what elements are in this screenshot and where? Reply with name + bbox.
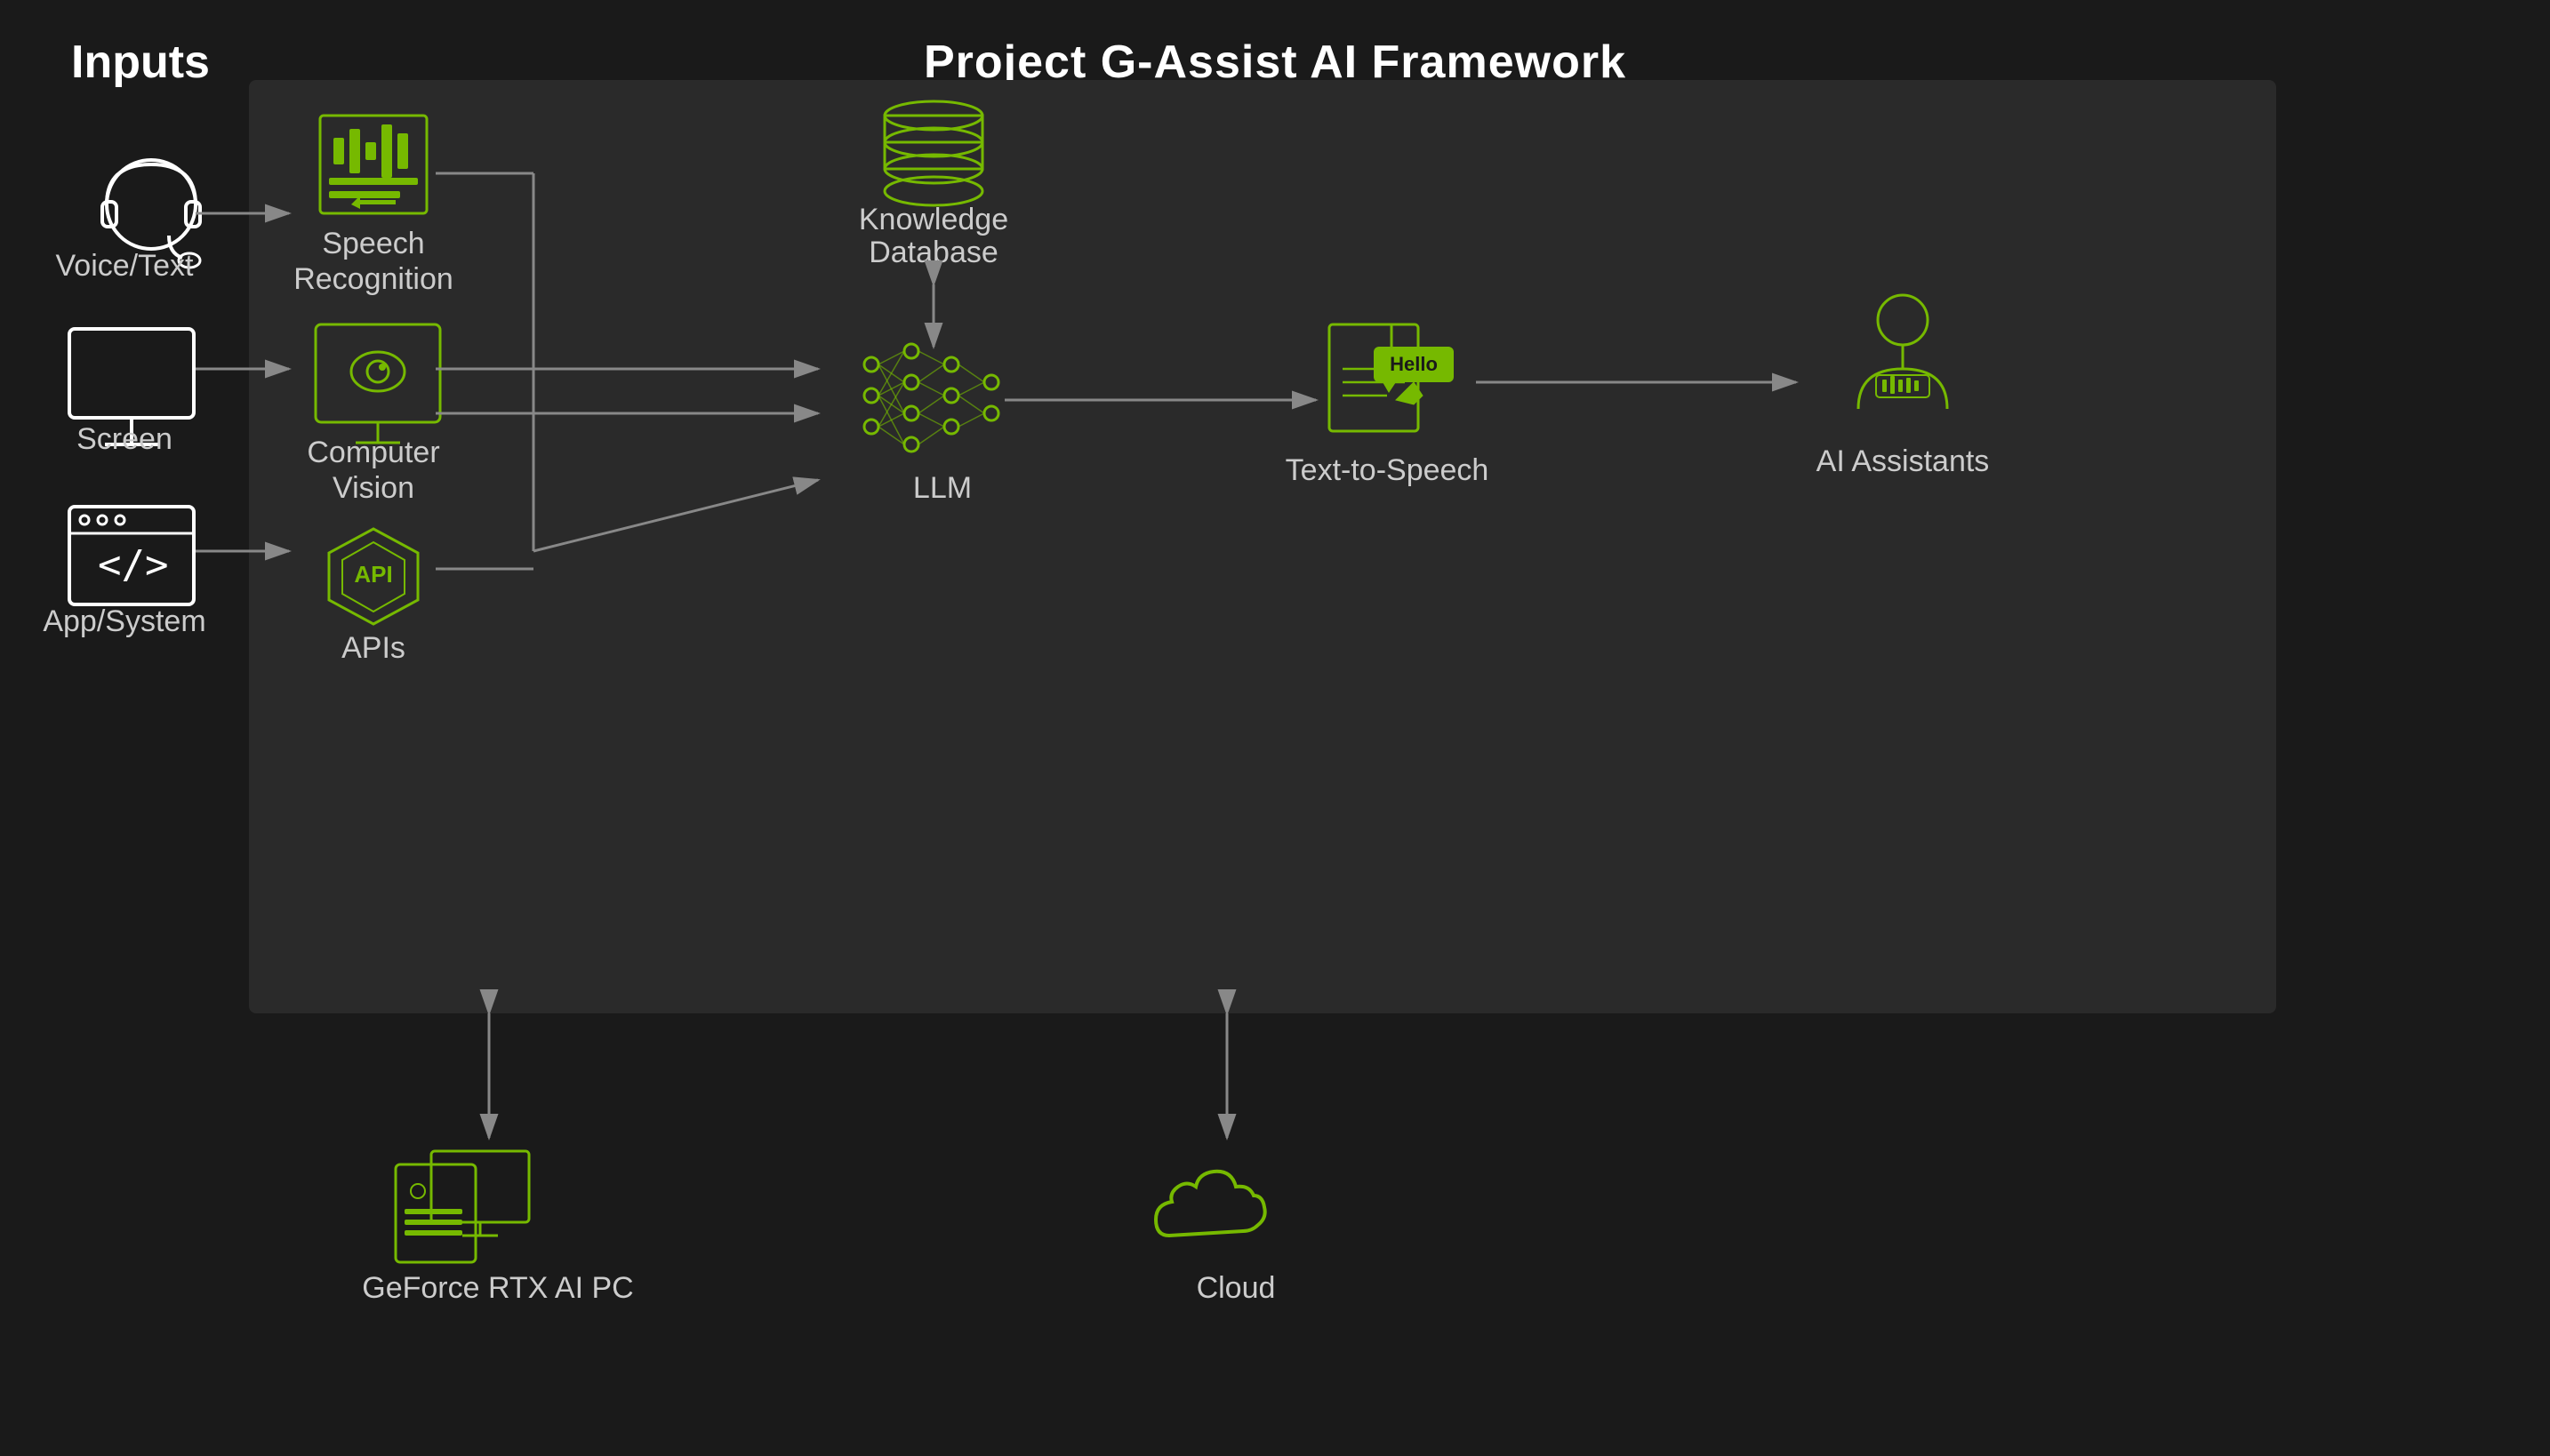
apis-node: API <box>329 529 418 624</box>
tts-node: Hello <box>1329 324 1454 431</box>
geforce-rtx-icon <box>396 1151 529 1262</box>
svg-text:APIs: APIs <box>341 631 405 665</box>
screen-label: Screen <box>76 422 172 456</box>
svg-text:Vision: Vision <box>333 471 414 505</box>
svg-text:Database: Database <box>869 236 998 269</box>
ai-assistants-node <box>1858 295 1947 409</box>
cloud-icon <box>1156 1172 1265 1236</box>
svg-text:Cloud: Cloud <box>1197 1271 1276 1305</box>
svg-text:Speech: Speech <box>322 227 424 260</box>
speech-recognition-node <box>320 116 427 213</box>
computer-vision-node <box>316 324 440 443</box>
svg-text:Recognition: Recognition <box>293 262 453 296</box>
svg-text:Hello: Hello <box>1390 353 1438 375</box>
svg-text:LLM: LLM <box>913 471 972 505</box>
svg-text:Text-to-Speech: Text-to-Speech <box>1286 453 1489 487</box>
svg-text:Knowledge: Knowledge <box>859 203 1008 236</box>
svg-text:GeForce RTX AI PC: GeForce RTX AI PC <box>362 1271 633 1305</box>
voice-text-label: Voice/Text <box>56 249 195 283</box>
svg-text:AI Assistants: AI Assistants <box>1816 444 1990 478</box>
app-system-icon: </> <box>69 507 194 604</box>
knowledge-db-node <box>885 101 982 205</box>
llm-node <box>864 344 998 452</box>
diagram-svg: </> Voice/Text Screen App/System <box>0 0 2550 1456</box>
svg-text:API: API <box>354 561 392 588</box>
app-system-label: App/System <box>43 604 205 638</box>
svg-text:</>: </> <box>98 542 168 588</box>
svg-text:Computer: Computer <box>307 436 439 469</box>
